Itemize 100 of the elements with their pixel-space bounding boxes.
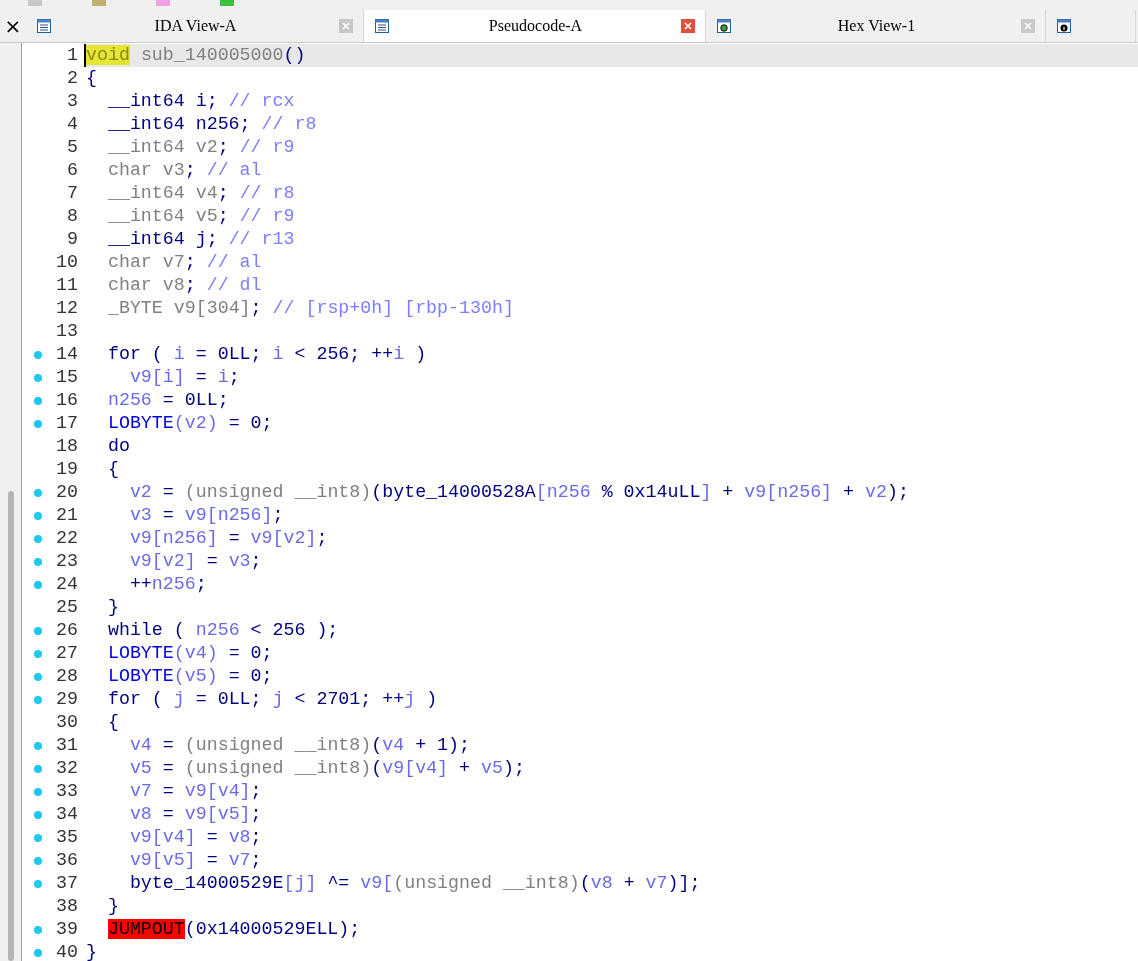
toolbar-icon[interactable] (92, 0, 106, 6)
toolbar-icon[interactable] (220, 0, 234, 6)
breakpoint-dot[interactable] (34, 350, 42, 359)
close-icon[interactable] (681, 19, 695, 33)
close-icon[interactable] (339, 19, 353, 33)
code-line: v4 = (unsigned __int8)(v4 + 1); (128, 734, 472, 757)
scrollbar-thumb[interactable] (7, 491, 14, 961)
breakpoint-dot[interactable] (34, 626, 42, 635)
line-number: 14 (55, 343, 79, 366)
code-line: LOBYTE(v2) = 0; (106, 412, 274, 435)
line-number: 27 (55, 642, 79, 665)
code-line: v8 = v9[v5]; (128, 803, 263, 826)
code-line: v7 = v9[v4]; (128, 780, 263, 803)
line-number: 9 (66, 228, 79, 251)
line-number: 35 (55, 826, 79, 849)
breakpoint-dot[interactable] (34, 557, 42, 566)
breakpoint-dot[interactable] (34, 396, 42, 405)
breakpoint-dot[interactable] (34, 373, 42, 382)
info-icon (1056, 18, 1072, 34)
code-line: for ( i = 0LL; i < 256; ++i ) (106, 343, 428, 366)
tab[interactable]: Pseudocode-A (364, 10, 706, 42)
code-line: v2 = (unsigned __int8)(byte_14000528A[n256 % 0x14uLL] + v9[n256] + v2); (128, 481, 910, 504)
breakpoint-dot[interactable] (34, 833, 42, 842)
line-number: 24 (55, 573, 79, 596)
toolbar-icon[interactable] (156, 0, 170, 6)
code-line: LOBYTE(v5) = 0; (106, 665, 274, 688)
line-number: 37 (55, 872, 79, 895)
breakpoint-dot[interactable] (34, 787, 42, 796)
breakpoint-dot[interactable] (34, 925, 42, 934)
toolbar-icon[interactable] (28, 0, 42, 6)
line-number: 39 (55, 918, 79, 941)
breakpoint-dot[interactable] (34, 649, 42, 658)
code-line: { (106, 458, 120, 481)
code-line: ++n256; (128, 573, 208, 596)
close-icon[interactable] (1021, 19, 1035, 33)
line-number: 25 (55, 596, 79, 619)
code-line: __int64 v5; // r9 (106, 205, 296, 228)
line-number: 13 (55, 320, 79, 343)
code-line: JUMPOUT(0x14000529ELL); (106, 918, 362, 941)
code-line: byte_14000529E[j] ^= v9[(unsigned __int8)(v8 + v7)]; (128, 872, 702, 895)
line-number: 12 (55, 297, 79, 320)
breakpoint-dot[interactable] (34, 741, 42, 750)
breakpoint-dot[interactable] (34, 580, 42, 589)
code-line: _BYTE v9[304]; // [rsp+0h] [rbp-130h] (106, 297, 515, 320)
line-number: 6 (66, 159, 79, 182)
line-number: 34 (55, 803, 79, 826)
line-number: 30 (55, 711, 79, 734)
breakpoint-dot[interactable] (34, 695, 42, 704)
line-number: 20 (55, 481, 79, 504)
code-line: char v8; // dl (106, 274, 263, 297)
line-number: 36 (55, 849, 79, 872)
code-line: LOBYTE(v4) = 0; (106, 642, 274, 665)
line-number: 3 (66, 90, 79, 113)
code-line: do (106, 435, 131, 458)
code-line: } (85, 941, 98, 961)
code-line: __int64 v2; // r9 (106, 136, 296, 159)
window-icon (374, 18, 390, 34)
code-line: { (85, 67, 98, 90)
line-number: 26 (55, 619, 79, 642)
breakpoint-dot[interactable] (34, 419, 42, 428)
code-line: __int64 n256; // r8 (106, 113, 318, 136)
code-line: v9[i] = i; (128, 366, 241, 389)
code-line: v9[n256] = v9[v2]; (128, 527, 329, 550)
line-number: 15 (55, 366, 79, 389)
code-line: { (106, 711, 120, 734)
line-number: 33 (55, 780, 79, 803)
breakpoint-dot[interactable] (34, 810, 42, 819)
code-line: __int64 j; // r13 (106, 228, 296, 251)
breakpoint-dot[interactable] (34, 672, 42, 681)
breakpoint-dot[interactable] (34, 488, 42, 497)
code-line: v3 = v9[n256]; (128, 504, 285, 527)
line-number: 16 (55, 389, 79, 412)
code-line: while ( n256 < 256 ); (106, 619, 340, 642)
line-number: 17 (55, 412, 79, 435)
code-line: } (106, 895, 120, 918)
line-number: 23 (55, 550, 79, 573)
breakpoint-dot[interactable] (34, 948, 42, 957)
line-number: 2 (66, 67, 79, 90)
line-number: 31 (55, 734, 79, 757)
line-number: 1 (66, 44, 79, 67)
code-line: char v3; // al (106, 159, 263, 182)
breakpoint-dot[interactable] (34, 511, 42, 520)
window-icon (36, 18, 52, 34)
line-number: 32 (55, 757, 79, 780)
line-number: 22 (55, 527, 79, 550)
code-line: char v7; // al (106, 251, 263, 274)
breakpoint-dot[interactable] (34, 879, 42, 888)
line-number: 18 (55, 435, 79, 458)
line-number: 4 (66, 113, 79, 136)
line-number: 8 (66, 205, 79, 228)
code-line: v9[v5] = v7; (128, 849, 263, 872)
breakpoint-dot[interactable] (34, 856, 42, 865)
line-number: 19 (55, 458, 79, 481)
line-number: 38 (55, 895, 79, 918)
line-number: 40 (55, 941, 79, 961)
code-line: v5 = (unsigned __int8)(v9[v4] + v5); (128, 757, 526, 780)
breakpoint-dot[interactable] (34, 764, 42, 773)
breakpoint-dot[interactable] (34, 534, 42, 543)
code-line: __int64 v4; // r8 (106, 182, 296, 205)
code-line: } (106, 596, 120, 619)
